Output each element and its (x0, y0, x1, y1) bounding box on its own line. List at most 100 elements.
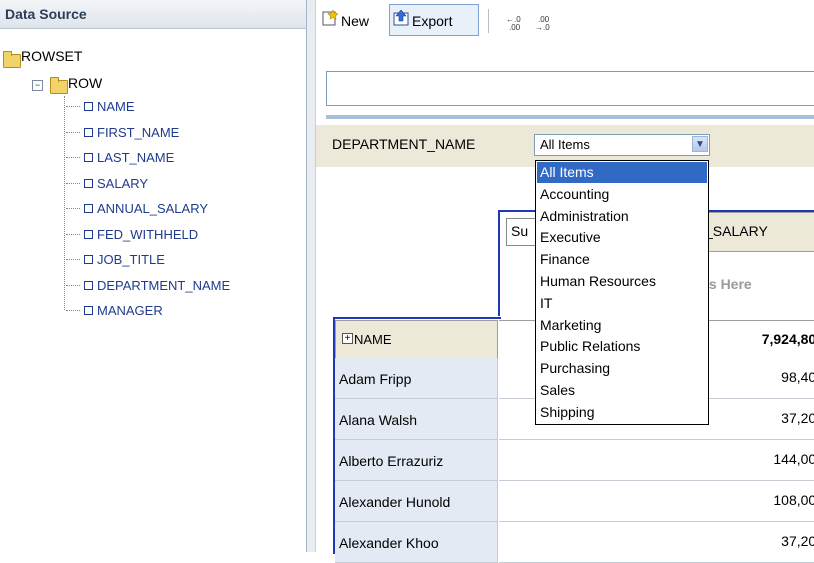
tree-field-first-name[interactable]: FIRST_NAME (97, 125, 179, 140)
field-icon (84, 178, 93, 188)
tree-branch-line (66, 157, 80, 158)
expand-icon[interactable]: + (342, 333, 353, 344)
new-button[interactable]: New (318, 4, 390, 36)
row-field-label: NAME (354, 332, 392, 347)
drop-hint: ls Here (705, 276, 752, 292)
dropdown-option-label: Finance (540, 251, 590, 268)
dropdown-option-label: Administration (540, 207, 629, 224)
tree-field-department-name[interactable]: DEPARTMENT_NAME (97, 278, 230, 293)
dropdown-option[interactable]: Executive (537, 227, 707, 248)
dropdown-option[interactable]: IT (537, 293, 707, 314)
tree-branch-line (66, 233, 80, 235)
tree-branch-line (66, 106, 80, 107)
formula-bar[interactable] (326, 71, 814, 106)
cell-value: 37,200 (781, 410, 814, 426)
field-icon (84, 153, 93, 162)
cell-value: 144,000 (773, 451, 814, 467)
row-name: Alana Walsh (339, 412, 418, 428)
data-field-summary[interactable]: Su (506, 218, 538, 246)
row-name: Alberto Errazuriz (339, 453, 444, 469)
field-icon (84, 306, 93, 315)
dropdown-option[interactable]: Shipping (537, 402, 707, 423)
value-cell[interactable]: 108,000 (499, 481, 814, 522)
field-icon (84, 127, 93, 137)
tree-guide-line (64, 96, 65, 310)
row-name: Adam Fripp (339, 371, 412, 387)
dropdown-option[interactable]: Finance (537, 249, 707, 270)
value-cell[interactable]: 37,200 (499, 522, 814, 563)
dropdown-option-label: Public Relations (540, 338, 641, 355)
data-source-header: Data Source (0, 0, 306, 29)
row-header-cell[interactable]: Alexander Khoo (335, 522, 498, 563)
column-field-annual-salary[interactable]: _SALARY (700, 212, 814, 252)
grand-total-value: 7,924,800 (761, 331, 814, 347)
sum-label: Su (511, 223, 529, 239)
cell-value: 108,000 (773, 492, 814, 508)
tree-branch-line (66, 284, 80, 286)
dropdown-option-label: Human Resources (540, 273, 656, 289)
new-label: New (341, 13, 370, 29)
dropdown-option[interactable]: Marketing (537, 315, 707, 336)
dropdown-option-label: Sales (540, 382, 576, 398)
dropdown-option-label: Marketing (540, 316, 602, 333)
decrease-decimal-icon[interactable]: ←.0 .00 (505, 15, 527, 31)
dropdown-option[interactable]: Accounting (537, 184, 707, 205)
dropdown-option-label: Executive (540, 229, 601, 246)
tree-branch-line (66, 310, 80, 311)
new-document-icon (322, 10, 338, 26)
cell-value: 98,400 (781, 369, 814, 385)
dropdown-option[interactable]: Public Relations (537, 336, 707, 357)
svg-text:.00: .00 (509, 23, 521, 31)
department-filter-select[interactable]: All Items ▼ (534, 134, 710, 156)
dropdown-option-label: Purchasing (540, 360, 611, 377)
folder-icon (3, 51, 21, 68)
export-button[interactable]: Export (389, 4, 479, 36)
filter-field-label: DEPARTMENT_NAME (332, 136, 476, 152)
field-icon (84, 102, 93, 111)
tree-field-salary[interactable]: SALARY (97, 176, 148, 191)
export-label: Export (412, 13, 453, 29)
field-icon (84, 280, 93, 290)
field-icon (84, 255, 93, 264)
dropdown-option[interactable]: All Items (537, 162, 707, 183)
department-dropdown-list: All Items Accounting Administration Executi… (535, 160, 709, 425)
chevron-down-icon[interactable]: ▼ (692, 136, 708, 152)
tree-field-fed-withheld[interactable]: FED_WITHHELD (97, 227, 198, 242)
row-field-name[interactable]: + NAME (335, 320, 498, 359)
value-cell[interactable]: 144,000 (499, 440, 814, 481)
row-header-cell[interactable]: Adam Fripp (335, 358, 498, 399)
tree-field-job-title[interactable]: JOB_TITLE (97, 252, 165, 267)
row-header-cell[interactable]: Alana Walsh (335, 399, 498, 440)
column-field-label: _SALARY (705, 223, 768, 239)
data-source-title: Data Source (5, 6, 87, 22)
tree-branch-line (66, 259, 80, 260)
svg-text:→.0: →.0 (535, 23, 550, 31)
increase-decimal-icon[interactable]: .00 →.0 (534, 15, 556, 31)
tree-field-annual-salary[interactable]: ANNUAL_SALARY (97, 201, 208, 216)
tree-node-rowset[interactable]: ROWSET (21, 48, 82, 64)
dropdown-option-label: Shipping (540, 403, 595, 420)
tree-field-name[interactable]: NAME (97, 99, 135, 114)
collapse-row-icon[interactable]: − (32, 80, 43, 91)
dropdown-option[interactable]: Sales (537, 380, 707, 401)
panel-splitter[interactable] (307, 0, 316, 552)
tree-branch-line (66, 131, 80, 133)
dropdown-option[interactable]: Purchasing (537, 358, 707, 379)
dropdown-option[interactable]: Human Resources (537, 271, 707, 292)
row-name: Alexander Khoo (339, 535, 439, 551)
row-header-cell[interactable]: Alexander Hunold (335, 481, 498, 522)
tree-branch-line (66, 182, 80, 184)
filter-selected-value: All Items (540, 137, 590, 152)
tree-node-row[interactable]: ROW (68, 75, 102, 91)
tree-field-manager[interactable]: MANAGER (97, 303, 163, 318)
divider-bar (326, 115, 814, 119)
row-header-cell[interactable]: Alberto Errazuriz (335, 440, 498, 481)
data-source-panel: Data Source ROWSET − ROW NAME FIRST_NAME L… (0, 0, 307, 552)
folder-open-icon (50, 77, 68, 94)
dropdown-option[interactable]: Administration (537, 206, 707, 227)
tree-field-last-name[interactable]: LAST_NAME (97, 150, 174, 165)
field-icon (84, 229, 93, 239)
row-name: Alexander Hunold (339, 494, 451, 510)
export-icon (393, 10, 409, 26)
dropdown-option-label: Accounting (540, 185, 610, 202)
